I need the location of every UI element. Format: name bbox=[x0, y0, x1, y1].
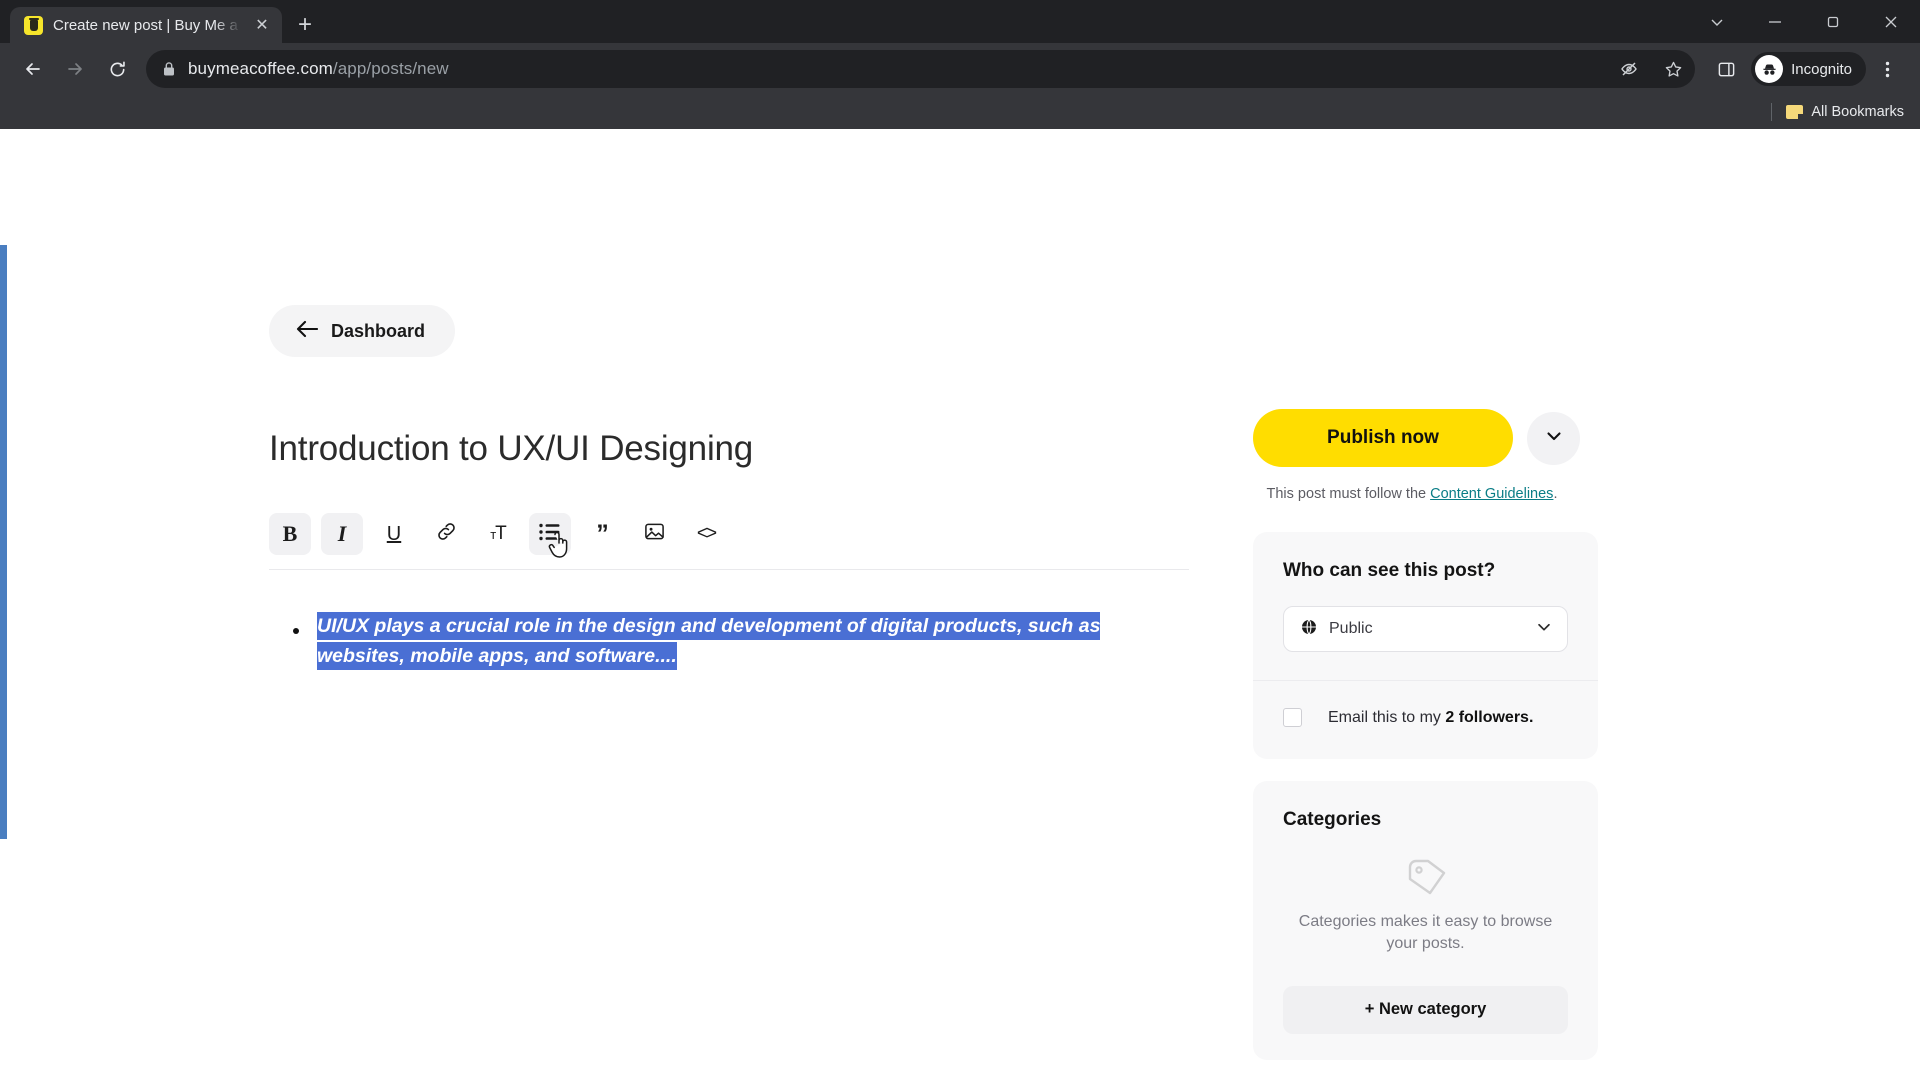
close-icon[interactable]: ✕ bbox=[251, 14, 273, 36]
heading-glyph: тT bbox=[490, 523, 507, 544]
browser-tab[interactable]: Create new post | Buy Me a Coff ✕ bbox=[10, 7, 282, 43]
tab-title: Create new post | Buy Me a Coff bbox=[53, 16, 241, 34]
eye-slash-icon[interactable] bbox=[1613, 53, 1645, 85]
url-text: buymeacoffee.com/app/posts/new bbox=[188, 59, 1601, 79]
address-bar[interactable]: buymeacoffee.com/app/posts/new bbox=[146, 50, 1696, 88]
side-panel-icon[interactable] bbox=[1707, 50, 1745, 88]
italic-button[interactable]: I bbox=[321, 513, 363, 555]
publish-options-button[interactable] bbox=[1527, 411, 1580, 465]
categories-empty-text: Categories makes it easy to browse your … bbox=[1298, 913, 1553, 953]
folder-icon bbox=[1786, 105, 1804, 119]
chevron-down-icon bbox=[1535, 618, 1553, 641]
tag-icon bbox=[1402, 853, 1450, 901]
categories-heading: Categories bbox=[1283, 809, 1382, 830]
visibility-card: Who can see this post? Public Email this… bbox=[1253, 532, 1598, 759]
underline-button[interactable]: U bbox=[373, 513, 415, 555]
new-tab-button[interactable]: + bbox=[288, 8, 322, 42]
chevron-down-icon bbox=[1544, 426, 1564, 451]
back-arrow-icon bbox=[296, 320, 319, 343]
divider bbox=[1253, 680, 1598, 681]
incognito-profile-button[interactable]: Incognito bbox=[1751, 52, 1866, 86]
bold-glyph: B bbox=[282, 521, 298, 546]
post-editor: Introduction to UX/UI Designing B I U тT bbox=[269, 429, 1189, 671]
toolbar-right-icons: Incognito bbox=[1707, 50, 1906, 88]
url-path: /app/posts/new bbox=[332, 59, 449, 78]
categories-empty-state: Categories makes it easy to browse your … bbox=[1283, 853, 1568, 956]
list-icon bbox=[539, 523, 561, 546]
guideline-suffix: . bbox=[1553, 486, 1558, 502]
minimize-button[interactable] bbox=[1746, 0, 1804, 43]
selected-body-text: UI/UX plays a crucial role in the design… bbox=[317, 612, 1101, 670]
chevron-down-icon[interactable] bbox=[1688, 0, 1746, 43]
visibility-heading: Who can see this post? bbox=[1283, 560, 1496, 581]
bold-button[interactable]: B bbox=[269, 513, 311, 555]
follower-count: 2 followers. bbox=[1445, 708, 1534, 726]
list-item: UI/UX plays a crucial role in the design… bbox=[293, 612, 1189, 671]
reload-icon[interactable] bbox=[98, 50, 136, 88]
code-button[interactable]: <> bbox=[685, 513, 727, 555]
browser-toolbar: buymeacoffee.com/app/posts/new Incognito bbox=[0, 43, 1920, 95]
email-followers-label: Email this to my 2 followers. bbox=[1328, 709, 1533, 727]
lock-icon bbox=[162, 61, 176, 77]
visibility-select[interactable]: Public bbox=[1283, 606, 1568, 652]
dashboard-label: Dashboard bbox=[331, 320, 426, 341]
close-window-button[interactable] bbox=[1862, 0, 1920, 43]
link-button[interactable] bbox=[425, 513, 467, 555]
browser-window: Create new post | Buy Me a Coff ✕ + bbox=[0, 0, 1920, 1080]
publish-now-button[interactable]: Publish now bbox=[1253, 409, 1513, 467]
post-body[interactable]: UI/UX plays a crucial role in the design… bbox=[269, 612, 1189, 671]
publish-row: Publish now bbox=[1253, 409, 1598, 467]
all-bookmarks-label[interactable]: All Bookmarks bbox=[1811, 104, 1904, 120]
url-domain: buymeacoffee.com bbox=[188, 59, 333, 78]
bookmarks-bar: All Bookmarks bbox=[0, 95, 1920, 129]
page-content: Dashboard Introduction to UX/UI Designin… bbox=[0, 129, 1920, 1080]
visibility-value: Public bbox=[1329, 620, 1373, 637]
content-guidelines-note: This post must follow the Content Guidel… bbox=[1253, 486, 1571, 502]
star-icon[interactable] bbox=[1657, 53, 1689, 85]
bullet-list-button[interactable] bbox=[529, 513, 571, 558]
forward-icon[interactable] bbox=[56, 50, 94, 88]
profile-label: Incognito bbox=[1791, 60, 1852, 78]
email-followers-checkbox[interactable] bbox=[1283, 708, 1302, 727]
guideline-prefix: This post must follow the bbox=[1266, 486, 1431, 502]
maximize-button[interactable] bbox=[1804, 0, 1862, 43]
incognito-hat-icon bbox=[1755, 55, 1784, 83]
coffee-cup-favicon bbox=[24, 15, 43, 35]
dashboard-back-button[interactable]: Dashboard bbox=[269, 305, 456, 357]
bullet-text-wrapper: UI/UX plays a crucial role in the design… bbox=[317, 612, 1137, 671]
post-title-input[interactable]: Introduction to UX/UI Designing bbox=[269, 429, 1189, 469]
new-category-button[interactable]: + New category bbox=[1283, 985, 1568, 1034]
window-controls bbox=[1688, 0, 1920, 43]
categories-card: Categories Categories makes it easy to b… bbox=[1253, 781, 1598, 1060]
quote-button[interactable]: ” bbox=[581, 513, 623, 555]
kebab-menu-icon[interactable] bbox=[1868, 50, 1906, 88]
image-icon bbox=[644, 521, 665, 547]
email-prefix: Email this to my bbox=[1328, 708, 1446, 726]
email-followers-row[interactable]: Email this to my 2 followers. bbox=[1283, 708, 1568, 727]
underline-glyph: U bbox=[386, 522, 402, 545]
format-toolbar: B I U тT ” <> bbox=[269, 513, 1189, 570]
quote-glyph: ” bbox=[596, 519, 608, 548]
heading-button[interactable]: тT bbox=[477, 513, 519, 555]
image-button[interactable] bbox=[633, 513, 675, 555]
bullet-point-icon bbox=[293, 628, 299, 634]
globe-icon bbox=[1300, 618, 1318, 641]
content-guidelines-link[interactable]: Content Guidelines bbox=[1430, 486, 1553, 502]
tab-strip: Create new post | Buy Me a Coff ✕ + bbox=[0, 0, 1920, 43]
italic-glyph: I bbox=[337, 521, 347, 546]
divider bbox=[1771, 103, 1773, 121]
back-icon[interactable] bbox=[14, 50, 52, 88]
publish-sidebar: Publish now This post must follow the Co… bbox=[1253, 409, 1598, 1060]
selection-edge-indicator bbox=[0, 245, 7, 839]
link-icon bbox=[436, 521, 457, 547]
code-glyph: <> bbox=[696, 523, 717, 544]
